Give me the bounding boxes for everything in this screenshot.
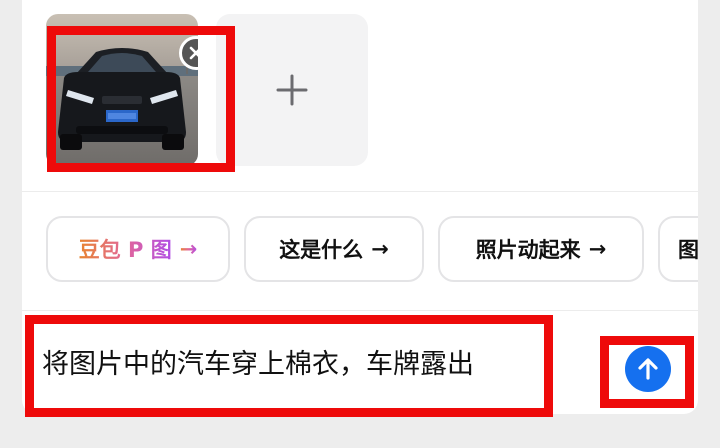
attachment-row (22, 0, 698, 190)
send-button[interactable] (625, 346, 671, 392)
arrow-right-icon: → (179, 237, 198, 261)
chip-label: 这是什么 (279, 238, 364, 262)
chip-doubao-p-image[interactable]: 豆包 P 图 → (46, 216, 230, 282)
chip-label: 豆包 P 图 (79, 234, 172, 264)
divider (22, 191, 698, 192)
divider (22, 310, 698, 311)
chip-label: 照片动起来 (475, 238, 581, 262)
chat-composer-panel: 豆包 P 图 → 这是什么 → 照片动起来 → 图 将图片中的汽车穿上棉衣，车牌… (22, 0, 698, 414)
chip-partial[interactable]: 图 (658, 216, 698, 282)
car-photo (46, 14, 198, 166)
message-input-row: 将图片中的汽车穿上棉衣，车牌露出 (22, 312, 698, 414)
arrow-right-icon: → (371, 237, 389, 261)
arrow-up-icon (638, 358, 658, 380)
attached-image-thumbnail[interactable] (46, 14, 198, 166)
suggestion-chips: 豆包 P 图 → 这是什么 → 照片动起来 → 图 (46, 216, 698, 286)
chip-label: 图 (678, 238, 698, 262)
close-icon (189, 46, 198, 60)
plus-icon (276, 74, 308, 106)
arrow-right-icon: → (588, 237, 607, 261)
chip-animate-photo[interactable]: 照片动起来 → (438, 216, 644, 282)
chip-what-is-this[interactable]: 这是什么 → (244, 216, 424, 282)
message-input[interactable]: 将图片中的汽车穿上棉衣，车牌露出 (42, 342, 474, 381)
add-image-button[interactable] (216, 14, 368, 166)
